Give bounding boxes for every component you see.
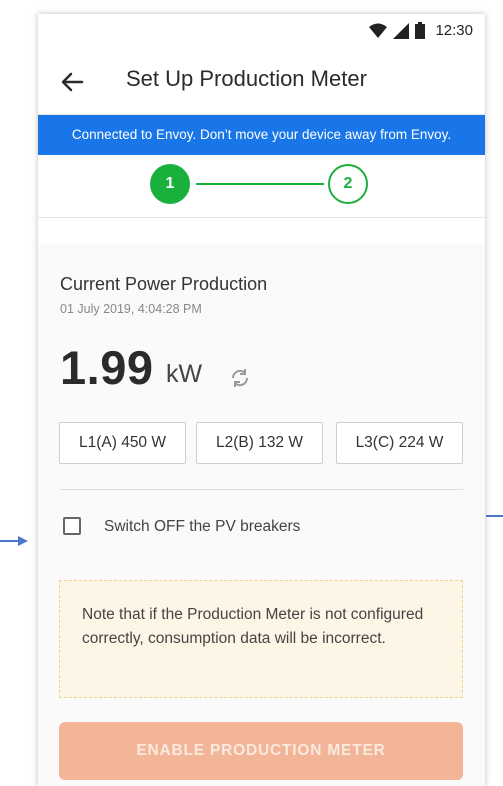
wifi-icon	[369, 23, 388, 38]
battery-icon	[415, 22, 426, 39]
power-unit: kW	[166, 360, 203, 388]
phase-l1: L1(A) 450 W	[59, 422, 186, 464]
refresh-icon[interactable]	[228, 366, 252, 390]
enable-production-meter-button[interactable]: ENABLE PRODUCTION METER	[59, 722, 463, 780]
pv-breakers-checkbox[interactable]	[63, 517, 81, 535]
status-icons: 12:30	[369, 22, 473, 39]
step-2: 2	[328, 164, 368, 204]
status-bar: 12:30	[38, 14, 485, 50]
app-bar: Set Up Production Meter	[38, 50, 485, 115]
step-1: 1	[150, 164, 190, 204]
pv-breakers-label[interactable]: Switch OFF the PV breakers	[104, 518, 300, 536]
connection-banner: Connected to Envoy. Don’t move your devi…	[38, 115, 485, 155]
phase-l3: L3(C) 224 W	[336, 422, 463, 464]
arrow-left-icon[interactable]	[58, 68, 86, 96]
annotation-arrow-icon	[0, 536, 28, 546]
divider	[60, 489, 463, 490]
annotation-marker	[486, 515, 503, 517]
page-title: Set Up Production Meter	[126, 66, 367, 91]
signal-icon	[393, 22, 410, 39]
stepper: 1 2	[38, 155, 485, 218]
phone-screen: 12:30 Set Up Production Meter Connected …	[38, 14, 485, 786]
status-time: 12:30	[435, 22, 473, 39]
step-connector	[196, 183, 324, 185]
phase-l2: L2(B) 132 W	[196, 422, 323, 464]
main-content: Current Power Production 01 July 2019, 4…	[38, 244, 485, 786]
production-timestamp: 01 July 2019, 4:04:28 PM	[60, 302, 202, 316]
power-value: 1.99	[60, 341, 154, 394]
production-title: Current Power Production	[60, 274, 268, 294]
warning-note: Note that if the Production Meter is not…	[59, 580, 463, 698]
